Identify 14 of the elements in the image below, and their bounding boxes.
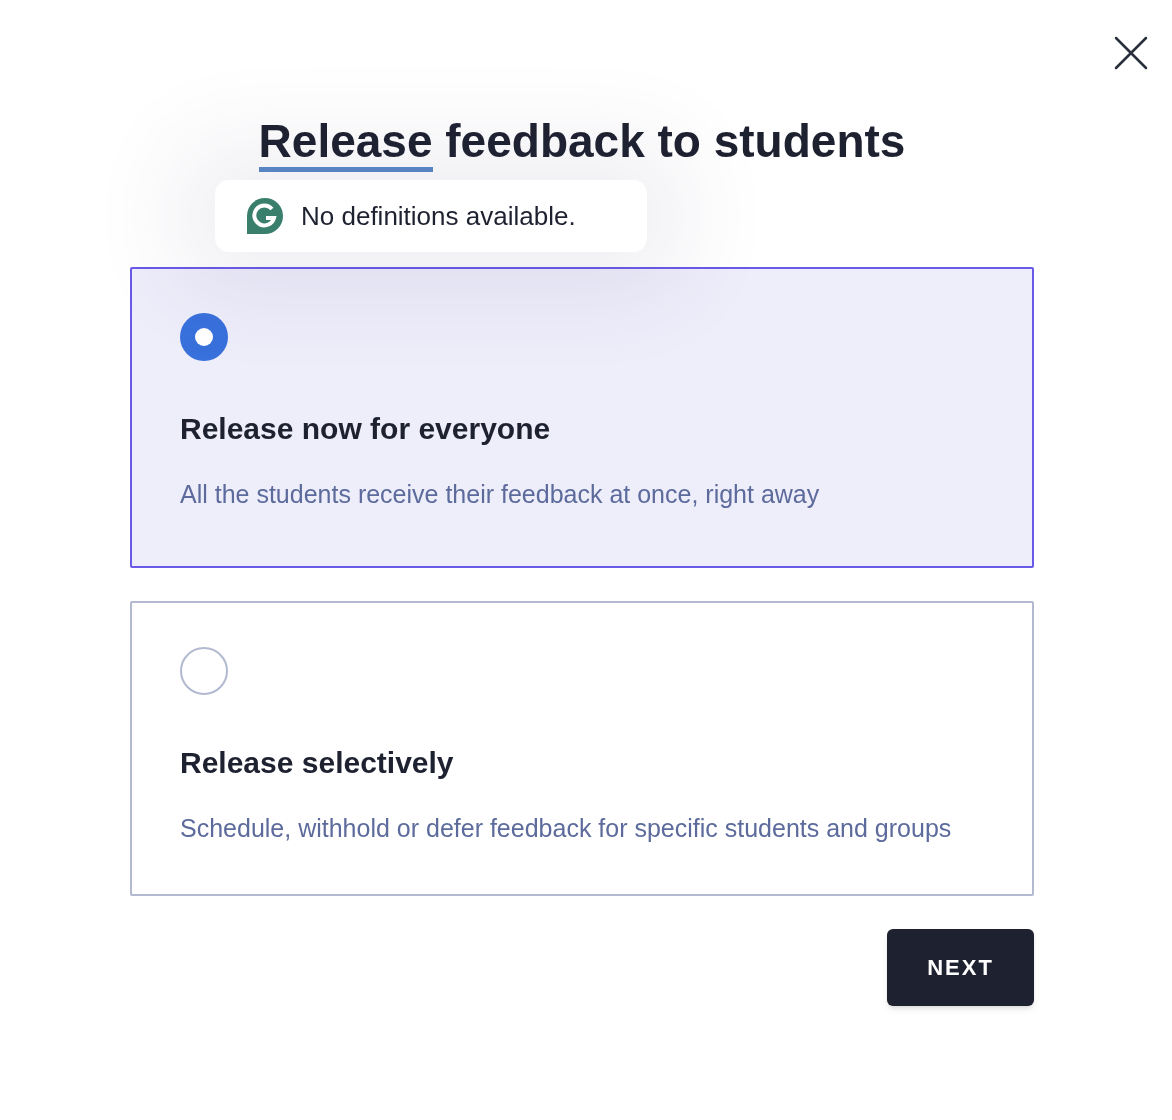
option-title: Release now for everyone [180, 411, 552, 447]
close-button[interactable] [1112, 34, 1150, 72]
option-card[interactable]: Release now for everyone All the students receive their feedback at once, right away [130, 267, 1034, 568]
next-button[interactable]: NEXT [887, 929, 1034, 1006]
option-description: Schedule, withhold or defer feedback for specific students and groups [180, 813, 953, 844]
option-description: All the students receive their feedback at once, right away [180, 479, 821, 510]
option-card[interactable]: Release selectively Schedule, withhold or defer feedback for specific students and groups [130, 601, 1034, 896]
close-icon [1114, 36, 1148, 70]
dialog-title: Release feedback to students [258, 112, 906, 170]
option-title: Release selectively [180, 745, 455, 781]
radio-button[interactable] [180, 313, 228, 361]
radio-button[interactable] [180, 647, 228, 695]
tooltip-text: No definitions available. [301, 199, 576, 233]
logo-icon [247, 198, 283, 234]
